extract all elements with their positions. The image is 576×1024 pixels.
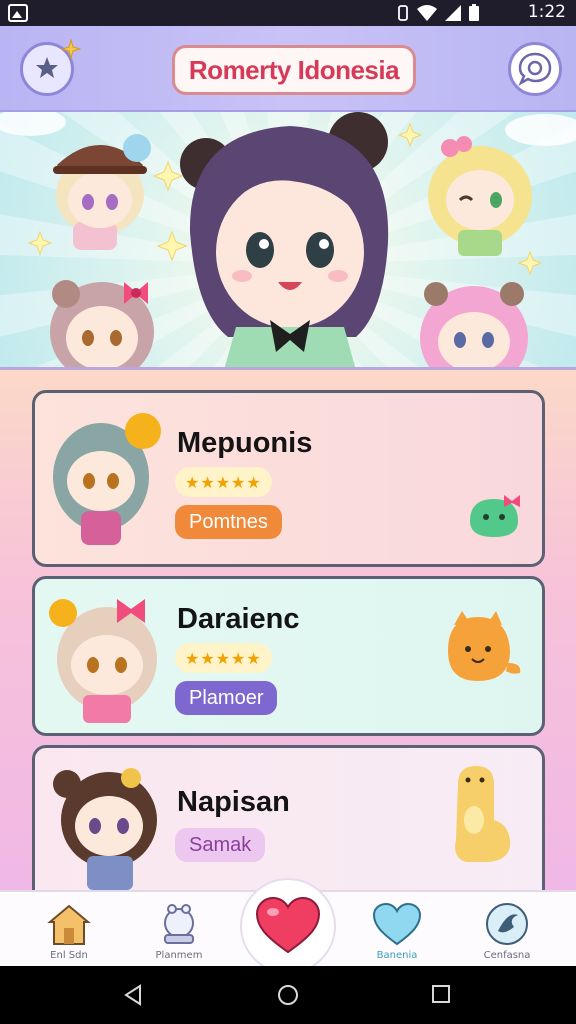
vibrate-icon <box>398 5 408 21</box>
signal-icon <box>445 5 461 21</box>
star-rating: ★★★★★ <box>175 467 272 497</box>
character-name: Mepuonis <box>177 427 313 459</box>
nav-label: Enl Sdn <box>50 950 88 961</box>
chat-bubble-icon <box>518 52 552 86</box>
status-bar: 1:22 <box>0 0 576 26</box>
character-list: Mepuonis ★★★★★ Pomtnes Daraienc ★★★★★ Pl… <box>0 370 576 905</box>
character-card[interactable]: Daraienc ★★★★★ Plamoer <box>32 576 545 736</box>
nav-fortune[interactable]: Planmem <box>124 892 234 968</box>
sparkle-star-icon <box>61 39 81 59</box>
battery-icon <box>469 4 479 21</box>
crystal-ball-icon <box>164 904 194 944</box>
nav-label: Cenfasna <box>483 950 531 961</box>
heart-icon <box>255 896 321 954</box>
nav-label: Banenia <box>376 950 418 961</box>
home-icon <box>47 904 91 945</box>
chibi-main-character <box>180 112 389 367</box>
wifi-icon <box>417 5 437 21</box>
green-creature-icon <box>470 495 520 537</box>
chibi-pink-girl <box>420 282 528 367</box>
heart-outline-icon <box>372 902 422 946</box>
system-navigation-bar <box>0 966 576 1024</box>
character-card[interactable]: Mepuonis ★★★★★ Pomtnes <box>32 390 545 567</box>
nav-home[interactable]: Enl Sdn <box>14 892 124 968</box>
chat-button[interactable] <box>508 42 562 96</box>
swirl-icon <box>486 903 528 945</box>
star-rating: ★★★★★ <box>175 643 272 673</box>
orange-cat-icon <box>448 611 521 681</box>
recents-icon[interactable] <box>431 984 451 1004</box>
bottom-navigation: Enl Sdn Planmem Banenia Cenfasna <box>0 878 576 974</box>
chibi-blonde-girl <box>428 136 532 256</box>
back-icon[interactable] <box>122 984 144 1006</box>
character-name: Napisan <box>177 786 290 818</box>
chibi-teal-girl-avatar <box>53 413 161 545</box>
character-tag[interactable]: Plamoer <box>175 681 278 715</box>
profile-star-button[interactable] <box>20 39 81 96</box>
gallery-notification-icon <box>8 4 28 22</box>
hero-banner <box>0 112 576 370</box>
app-title: Romerty Idonesia <box>172 45 416 95</box>
yellow-dino-icon <box>455 766 511 862</box>
nav-favorite-center-button[interactable] <box>240 878 336 974</box>
nav-label: Planmem <box>155 950 203 961</box>
chibi-hat-girl <box>53 134 151 250</box>
home-circle-icon[interactable] <box>277 984 299 1006</box>
chibi-bow-girl <box>50 280 154 367</box>
character-name: Daraienc <box>177 603 300 635</box>
nav-explore[interactable]: Cenfasna <box>452 892 562 968</box>
star-person-icon <box>36 57 58 78</box>
app-title-text: Romerty Idonesia <box>188 54 400 85</box>
clock: 1:22 <box>527 2 566 22</box>
nav-likes[interactable]: Banenia <box>342 892 452 968</box>
character-tag[interactable]: Pomtnes <box>175 505 282 539</box>
chibi-bow-girl-avatar <box>49 599 157 723</box>
app-header: Romerty Idonesia <box>0 26 576 112</box>
character-tag[interactable]: Samak <box>175 828 266 862</box>
chibi-brown-girl-avatar <box>53 768 157 890</box>
